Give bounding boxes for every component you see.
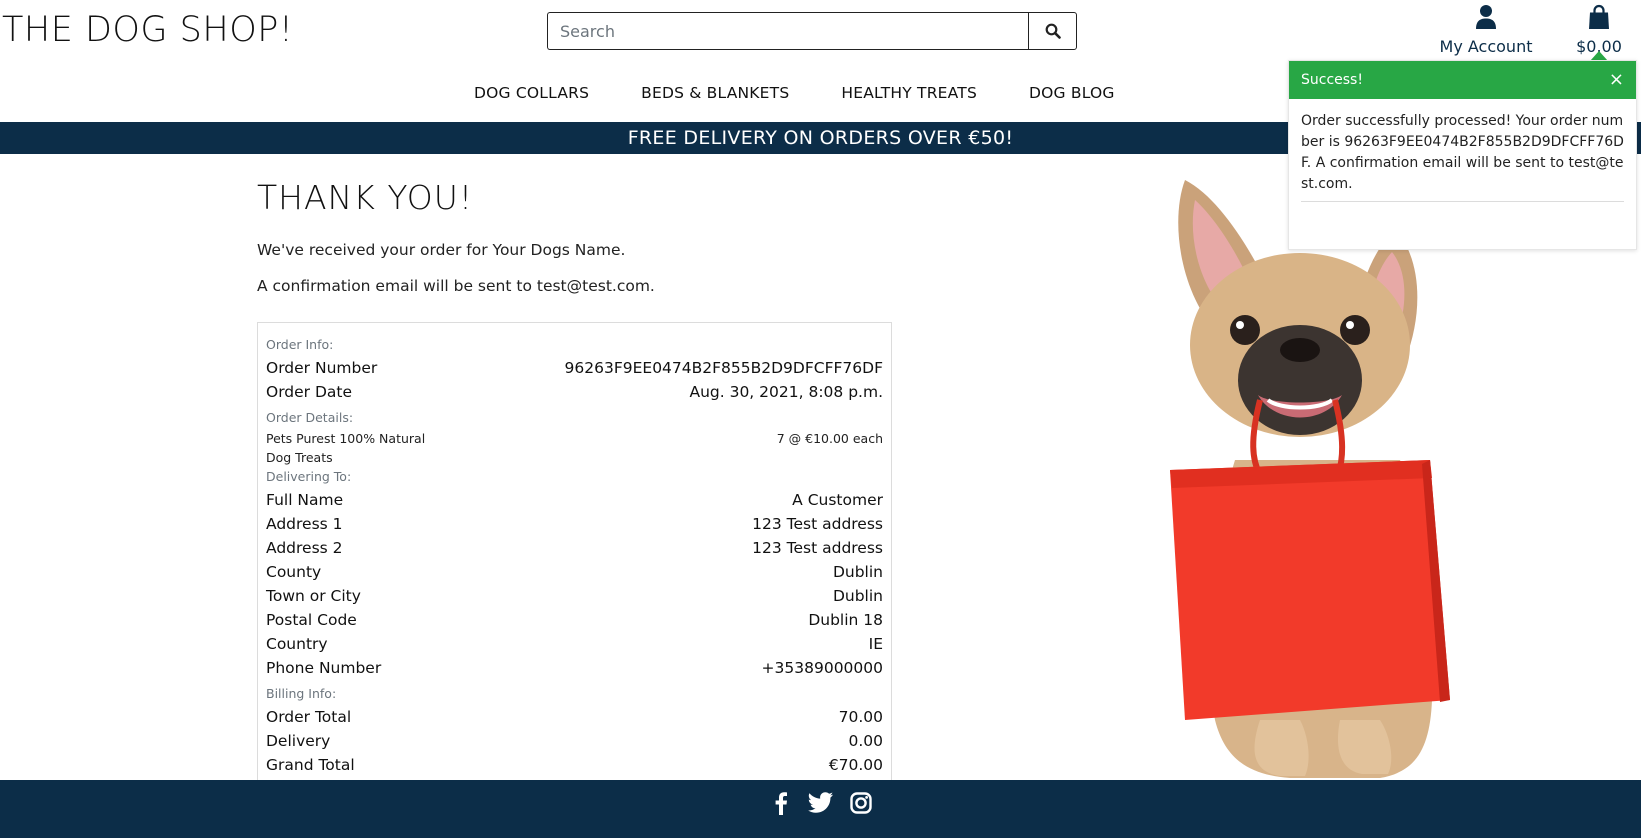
order-details-label: Order Details: — [266, 410, 354, 425]
toast-message: Order successfully processed! Your order… — [1301, 113, 1624, 192]
billing-row: Order Total 70.00 — [266, 705, 883, 729]
county-value: Dublin — [832, 563, 883, 581]
town-city-label: Town or City — [266, 587, 361, 605]
order-total-label: Order Total — [266, 708, 352, 726]
order-date-row: Order Date Aug. 30, 2021, 8:08 p.m. — [266, 380, 883, 404]
grand-total-value: €70.00 — [828, 756, 883, 774]
line-item-qty: 7 @ €10.00 each — [776, 431, 883, 446]
twitter-icon — [807, 792, 833, 813]
delivery-row: Full Name A Customer — [266, 488, 883, 512]
delivery-cost-value: 0.00 — [848, 732, 883, 750]
full-name-value: A Customer — [792, 491, 883, 509]
county-label: County — [266, 563, 322, 581]
order-date-label: Order Date — [266, 383, 353, 401]
delivery-row: Country IE — [266, 632, 883, 656]
billing-row: Delivery 0.00 — [266, 729, 883, 753]
delivery-row: Postal Code Dublin 18 — [266, 608, 883, 632]
nav-beds-blankets[interactable]: BEDS & BLANKETS — [641, 84, 789, 102]
delivering-to-label: Delivering To: — [266, 469, 352, 484]
dog-with-shopping-bag-image — [1140, 160, 1480, 780]
billing-info-label: Billing Info: — [266, 686, 337, 701]
search-form — [547, 12, 1077, 50]
delivery-row: Address 2 123 Test address — [266, 536, 883, 560]
facebook-icon — [775, 792, 787, 815]
address-2-value: 123 Test address — [752, 539, 883, 557]
instagram-link[interactable] — [848, 790, 874, 816]
postal-code-value: Dublin 18 — [808, 611, 883, 629]
order-received-text: We've received your order for Your Dogs … — [257, 241, 626, 259]
confirmation-email-text: A confirmation email will be sent to tes… — [257, 277, 655, 295]
order-date-value: Aug. 30, 2021, 8:08 p.m. — [689, 383, 883, 401]
main-nav: DOG COLLARS BEDS & BLANKETS HEALTHY TREA… — [474, 84, 1115, 102]
search-icon — [1045, 23, 1061, 39]
postal-code-label: Postal Code — [266, 611, 357, 629]
delivery-row: County Dublin — [266, 560, 883, 584]
user-icon — [1476, 5, 1496, 29]
address-1-value: 123 Test address — [752, 515, 883, 533]
address-1-label: Address 1 — [266, 515, 343, 533]
nav-dog-collars[interactable]: DOG COLLARS — [474, 84, 589, 102]
order-line-item: Pets Purest 100% Natural Dog Treats 7 @ … — [266, 429, 883, 467]
my-account-label: My Account — [1439, 37, 1533, 56]
grand-total-label: Grand Total — [266, 756, 355, 774]
facebook-link[interactable] — [768, 790, 794, 816]
checkout-success-content: THANK YOU! We've received your order for… — [257, 178, 897, 313]
order-number-row: Order Number 96263F9EE0474B2F855B2D9DFCF… — [266, 356, 883, 380]
billing-row: Grand Total €70.00 — [266, 753, 883, 777]
order-number-value: 96263F9EE0474B2F855B2D9DFCFF76DF — [564, 359, 883, 377]
shopping-bag-link[interactable]: $0.00 — [1568, 4, 1630, 56]
nav-dog-blog[interactable]: DOG BLOG — [1029, 84, 1115, 102]
order-info-label: Order Info: — [266, 337, 334, 352]
delivery-row: Address 1 123 Test address — [266, 512, 883, 536]
country-value: IE — [868, 635, 883, 653]
order-number-label: Order Number — [266, 359, 378, 377]
shopping-bag-icon — [1589, 4, 1609, 29]
phone-number-label: Phone Number — [266, 659, 382, 677]
full-name-label: Full Name — [266, 491, 344, 509]
toast-close-button[interactable]: × — [1609, 71, 1624, 89]
site-logo[interactable]: THE DOG SHOP! — [2, 10, 293, 50]
delivery-cost-label: Delivery — [266, 732, 331, 750]
success-toast: Success! × Order successfully processed!… — [1288, 60, 1637, 250]
phone-number-value: +35389000000 — [761, 659, 883, 677]
instagram-icon — [849, 792, 872, 814]
town-city-value: Dublin — [832, 587, 883, 605]
delivery-row: Phone Number +35389000000 — [266, 656, 883, 680]
toast-title: Success! — [1301, 72, 1363, 88]
line-item-name: Pets Purest 100% Natural Dog Treats — [266, 431, 426, 465]
country-label: Country — [266, 635, 328, 653]
delivery-row: Town or City Dublin — [266, 584, 883, 608]
nav-healthy-treats[interactable]: HEALTHY TREATS — [841, 84, 977, 102]
toast-header: Success! × — [1289, 61, 1636, 99]
page-title: THANK YOU! — [257, 178, 474, 217]
search-button[interactable] — [1028, 12, 1077, 50]
order-summary: Order Info: Order Number 96263F9EE0474B2… — [257, 322, 892, 782]
toast-divider — [1301, 201, 1624, 202]
twitter-link[interactable] — [807, 790, 834, 816]
search-input[interactable] — [547, 12, 1028, 50]
site-footer — [0, 780, 1641, 838]
address-2-label: Address 2 — [266, 539, 343, 557]
my-account-link[interactable]: My Account — [1432, 4, 1540, 56]
order-total-value: 70.00 — [838, 708, 883, 726]
